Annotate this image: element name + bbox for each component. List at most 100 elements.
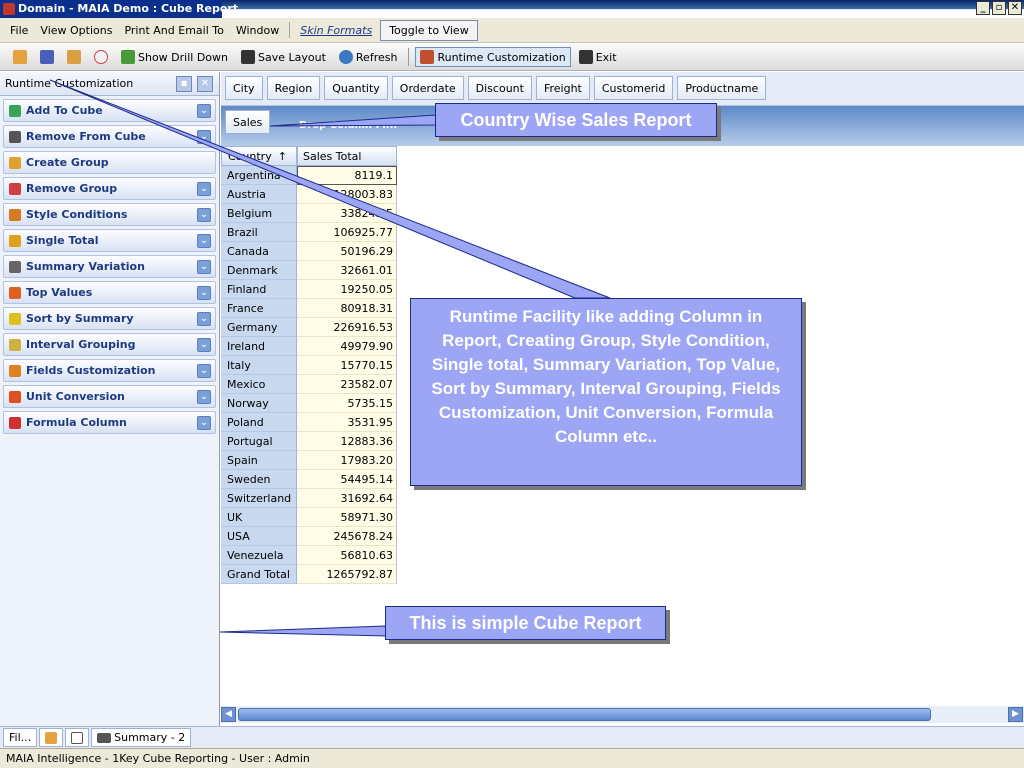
sales-total-cell[interactable]: 54495.14 (297, 470, 397, 489)
panel-item-interval-grouping[interactable]: Interval Grouping ⌄ (3, 333, 216, 356)
country-cell[interactable]: UK (221, 508, 297, 527)
sales-total-cell[interactable]: 23582.07 (297, 375, 397, 394)
country-cell[interactable]: Switzerland (221, 489, 297, 508)
country-cell[interactable]: Portugal (221, 432, 297, 451)
chevron-down-icon[interactable]: ⌄ (197, 104, 211, 118)
country-cell[interactable]: Italy (221, 356, 297, 375)
country-cell[interactable]: Belgium (221, 204, 297, 223)
sales-total-cell[interactable]: 50196.29 (297, 242, 397, 261)
country-cell[interactable]: USA (221, 527, 297, 546)
comment-button[interactable] (89, 47, 113, 67)
sales-total-cell[interactable]: 58971.30 (297, 508, 397, 527)
scroll-thumb[interactable] (238, 708, 931, 721)
refresh-button[interactable]: Refresh (334, 47, 403, 67)
sales-total-header[interactable]: Sales Total (297, 146, 397, 166)
runtime-customization-button[interactable]: Runtime Customization (415, 47, 571, 67)
sales-total-cell[interactable]: 49979.90 (297, 337, 397, 356)
country-cell[interactable]: Sweden (221, 470, 297, 489)
minimize-button[interactable]: _ (976, 1, 990, 15)
country-cell[interactable]: Norway (221, 394, 297, 413)
field-chip-orderdate[interactable]: Orderdate (391, 76, 464, 100)
sales-total-cell[interactable]: 32661.01 (297, 261, 397, 280)
sales-total-cell[interactable]: 3531.95 (297, 413, 397, 432)
sales-total-cell[interactable]: 33824.85 (297, 204, 397, 223)
country-cell[interactable]: Mexico (221, 375, 297, 394)
save-layout-button[interactable]: Save Layout (236, 47, 331, 67)
sales-total-cell[interactable]: 106925.77 (297, 223, 397, 242)
panel-item-create-group[interactable]: Create Group (3, 151, 216, 174)
exit-button[interactable]: Exit (574, 47, 622, 67)
tab-fields[interactable]: Fil... (3, 728, 38, 747)
country-cell[interactable]: Brazil (221, 223, 297, 242)
field-chip-quantity[interactable]: Quantity (324, 76, 388, 100)
country-header[interactable]: Country ↑ (221, 146, 297, 166)
chevron-down-icon[interactable]: ⌄ (197, 208, 211, 222)
sales-total-cell[interactable]: 128003.83 (297, 185, 397, 204)
country-cell[interactable]: Denmark (221, 261, 297, 280)
tab-check[interactable] (65, 728, 90, 747)
country-cell[interactable]: Poland (221, 413, 297, 432)
country-cell[interactable]: Venezuela (221, 546, 297, 565)
chart-button[interactable] (8, 47, 32, 67)
field-chip-discount[interactable]: Discount (467, 76, 532, 100)
show-drill-down-button[interactable]: Show Drill Down (116, 47, 233, 67)
sales-total-cell[interactable]: 56810.63 (297, 546, 397, 565)
sales-total-cell[interactable]: 19250.05 (297, 280, 397, 299)
sales-total-cell[interactable]: 245678.24 (297, 527, 397, 546)
sales-total-cell[interactable]: 31692.64 (297, 489, 397, 508)
country-cell[interactable]: Grand Total (221, 565, 297, 584)
sales-total-cell[interactable]: 226916.53 (297, 318, 397, 337)
country-cell[interactable]: Spain (221, 451, 297, 470)
country-cell[interactable]: Austria (221, 185, 297, 204)
tab-summary[interactable]: Summary - 2 (91, 728, 192, 747)
chevron-down-icon[interactable]: ⌄ (197, 234, 211, 248)
toggle-view-button[interactable]: Toggle to View (380, 19, 478, 41)
skin-formats-link[interactable]: Skin Formats (294, 24, 378, 37)
sales-total-cell[interactable]: 17983.20 (297, 451, 397, 470)
restore-button[interactable]: ▫ (992, 1, 1006, 15)
sales-total-cell[interactable]: 15770.15 (297, 356, 397, 375)
sales-total-cell[interactable]: 8119.1 (297, 166, 397, 185)
menu-view-options[interactable]: View Options (34, 24, 118, 37)
data-field-sales[interactable]: Sales (225, 110, 271, 134)
panel-item-add-to-cube[interactable]: Add To Cube ⌄ (3, 99, 216, 122)
close-button[interactable]: ✕ (1008, 1, 1022, 15)
panel-item-sort-by-summary[interactable]: Sort by Summary ⌄ (3, 307, 216, 330)
sales-total-cell[interactable]: 5735.15 (297, 394, 397, 413)
country-cell[interactable]: Finland (221, 280, 297, 299)
country-cell[interactable]: France (221, 299, 297, 318)
field-chip-productname[interactable]: Productname (677, 76, 767, 100)
sales-total-cell[interactable]: 1265792.87 (297, 565, 397, 584)
sales-total-cell[interactable]: 12883.36 (297, 432, 397, 451)
chevron-down-icon[interactable]: ⌄ (197, 182, 211, 196)
field-chip-city[interactable]: City (225, 76, 263, 100)
list-button[interactable] (35, 47, 59, 67)
scroll-right-icon[interactable]: ▶ (1008, 707, 1023, 722)
country-cell[interactable]: Argentina (221, 166, 297, 185)
chevron-down-icon[interactable]: ⌄ (197, 260, 211, 274)
scroll-left-icon[interactable]: ◀ (221, 707, 236, 722)
chevron-down-icon[interactable]: ⌄ (197, 416, 211, 430)
panel-item-unit-conversion[interactable]: Unit Conversion ⌄ (3, 385, 216, 408)
chevron-down-icon[interactable]: ⌄ (197, 130, 211, 144)
country-cell[interactable]: Germany (221, 318, 297, 337)
tab-chart[interactable] (39, 728, 64, 747)
chevron-down-icon[interactable]: ⌄ (197, 364, 211, 378)
chevron-down-icon[interactable]: ⌄ (197, 312, 211, 326)
menu-print-email[interactable]: Print And Email To (118, 24, 229, 37)
field-chip-customerid[interactable]: Customerid (593, 76, 674, 100)
horizontal-scrollbar[interactable]: ◀ ▶ (221, 706, 1024, 723)
field-chip-region[interactable]: Region (266, 76, 321, 100)
menu-window[interactable]: Window (230, 24, 285, 37)
panel-item-single-total[interactable]: Single Total ⌄ (3, 229, 216, 252)
panel-item-summary-variation[interactable]: Summary Variation ⌄ (3, 255, 216, 278)
country-cell[interactable]: Ireland (221, 337, 297, 356)
field-chip-freight[interactable]: Freight (535, 76, 590, 100)
sales-total-cell[interactable]: 80918.31 (297, 299, 397, 318)
panel-item-formula-column[interactable]: Formula Column ⌄ (3, 411, 216, 434)
panel-item-remove-group[interactable]: Remove Group ⌄ (3, 177, 216, 200)
panel-item-style-conditions[interactable]: Style Conditions ⌄ (3, 203, 216, 226)
chevron-down-icon[interactable]: ⌄ (197, 286, 211, 300)
chevron-down-icon[interactable]: ⌄ (197, 390, 211, 404)
panel-item-fields-customization[interactable]: Fields Customization ⌄ (3, 359, 216, 382)
